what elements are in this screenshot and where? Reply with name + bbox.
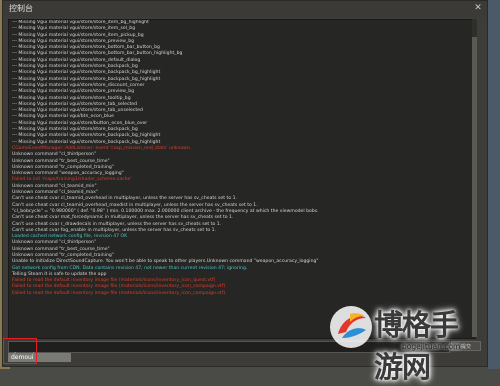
console-log[interactable]: --- Missing Vgui material vgui/store/sto… (8, 19, 476, 339)
log-line: Failed to read the default inventory ima… (12, 290, 226, 296)
scrollbar-thumb[interactable] (472, 37, 477, 337)
console-title: 控制台 (9, 4, 33, 13)
watermark: 博格手游网 bogejituan.com (328, 300, 483, 384)
highlight-annotation-box (3, 338, 37, 364)
console-titlebar[interactable]: 控制台 ✕ (3, 1, 487, 17)
background-right-strip (488, 0, 500, 369)
watermark-url: bogejituan.com (402, 342, 461, 351)
close-icon[interactable]: ✕ (473, 3, 483, 13)
log-scrollbar[interactable] (472, 19, 477, 337)
watermark-logo-icon (330, 306, 372, 348)
